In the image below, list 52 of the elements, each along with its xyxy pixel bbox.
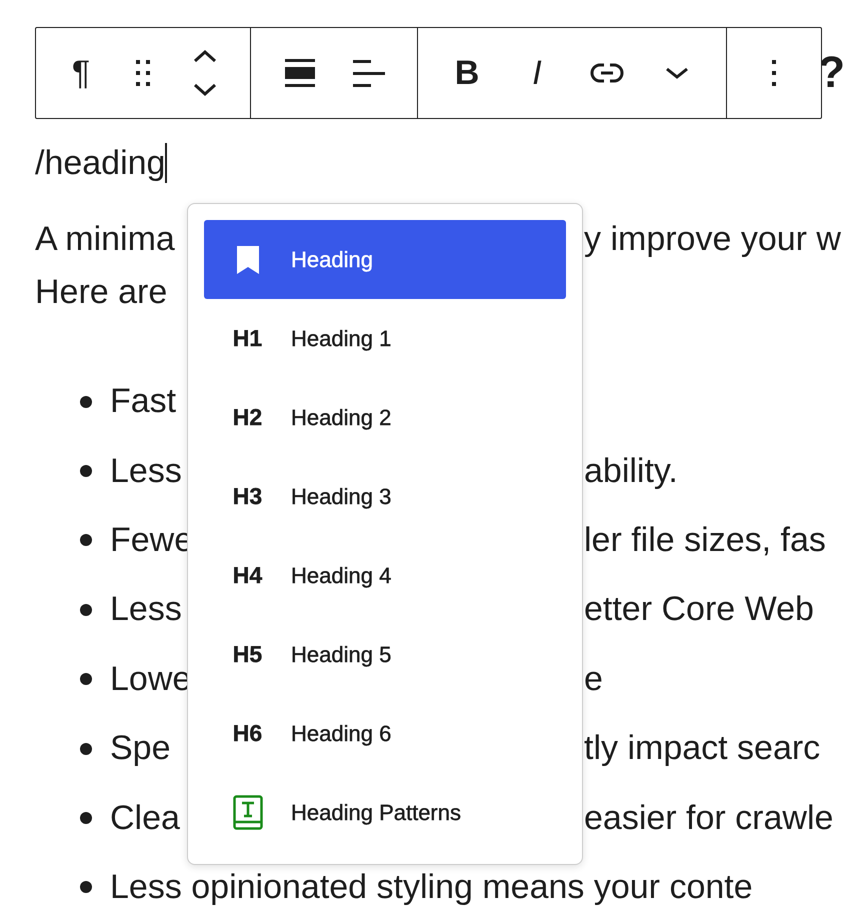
menu-item[interactable]: H1 Heading 1: [204, 299, 566, 378]
bullet-dot: [80, 673, 92, 686]
list-item-text: Spe: [110, 728, 170, 770]
bookmark-icon: [236, 246, 258, 274]
drag-handle-icon: [136, 60, 150, 86]
link-icon: [590, 61, 624, 85]
pattern-book-icon: [232, 795, 262, 830]
list-item-text: ler file sizes, fas: [584, 520, 826, 559]
heading-text: ?: [818, 51, 845, 95]
paragraph-text: Here are: [35, 273, 168, 311]
heading-level-icon: H4: [232, 558, 262, 593]
list-item-text: Less: [110, 450, 182, 492]
list-item-text: Fast: [110, 381, 176, 422]
menu-item[interactable]: H6 Heading 6: [204, 694, 566, 773]
editor-text: /heading: [35, 142, 166, 184]
menu-item[interactable]: H4 Heading 4: [204, 536, 566, 615]
toolbar-button[interactable]: ¶: [57, 49, 105, 97]
italic-button[interactable]: I: [513, 49, 561, 97]
bullet-dot: [80, 812, 92, 824]
bullet-dot: [80, 742, 92, 755]
heading-level-icon: H1: [232, 321, 262, 356]
paragraph-text: A minima: [35, 220, 175, 258]
align-left-icon: [352, 60, 384, 86]
text-cursor: [165, 143, 168, 183]
align-wide-icon: [284, 59, 314, 87]
list-item-text: Less opinionated styling means your conte: [110, 866, 753, 908]
list-item-text: easier for crawle: [584, 798, 834, 837]
chevron-down-icon: [665, 66, 689, 80]
bullet-dot: [80, 396, 92, 408]
paragraph-text: y improve your w: [584, 220, 841, 258]
list-item-text: e: [584, 660, 603, 698]
list-item-text: ability.: [584, 452, 678, 490]
list-item-text: Less: [110, 589, 182, 630]
list-item-text: etter Core Web: [584, 590, 814, 628]
heading-level-icon: H5: [232, 637, 262, 672]
heading-level-icon: H2: [232, 400, 262, 435]
menu-item[interactable]: H3 Heading 3: [204, 457, 566, 536]
heading-level-icon: H6: [232, 716, 262, 751]
bullet-dot: [80, 534, 92, 546]
menu-item[interactable]: H5 Heading 5: [204, 615, 566, 694]
list-item-text: Clea: [110, 798, 180, 839]
list-item-text: tly impact searc: [584, 729, 820, 768]
bullet-dot: [80, 881, 92, 894]
menu-item[interactable]: H2 Heading 2: [204, 378, 566, 457]
heading-level-icon: H3: [232, 479, 262, 514]
bullet-dot: [80, 465, 92, 478]
bullet-dot: [80, 604, 92, 616]
menu-item[interactable]: Heading: [204, 220, 566, 299]
toolbar-button[interactable]: B: [443, 49, 491, 97]
more-options-icon: [772, 60, 776, 86]
list-item-text: Lowe: [110, 658, 192, 700]
menu-item[interactable]: Heading Patterns: [204, 773, 566, 852]
